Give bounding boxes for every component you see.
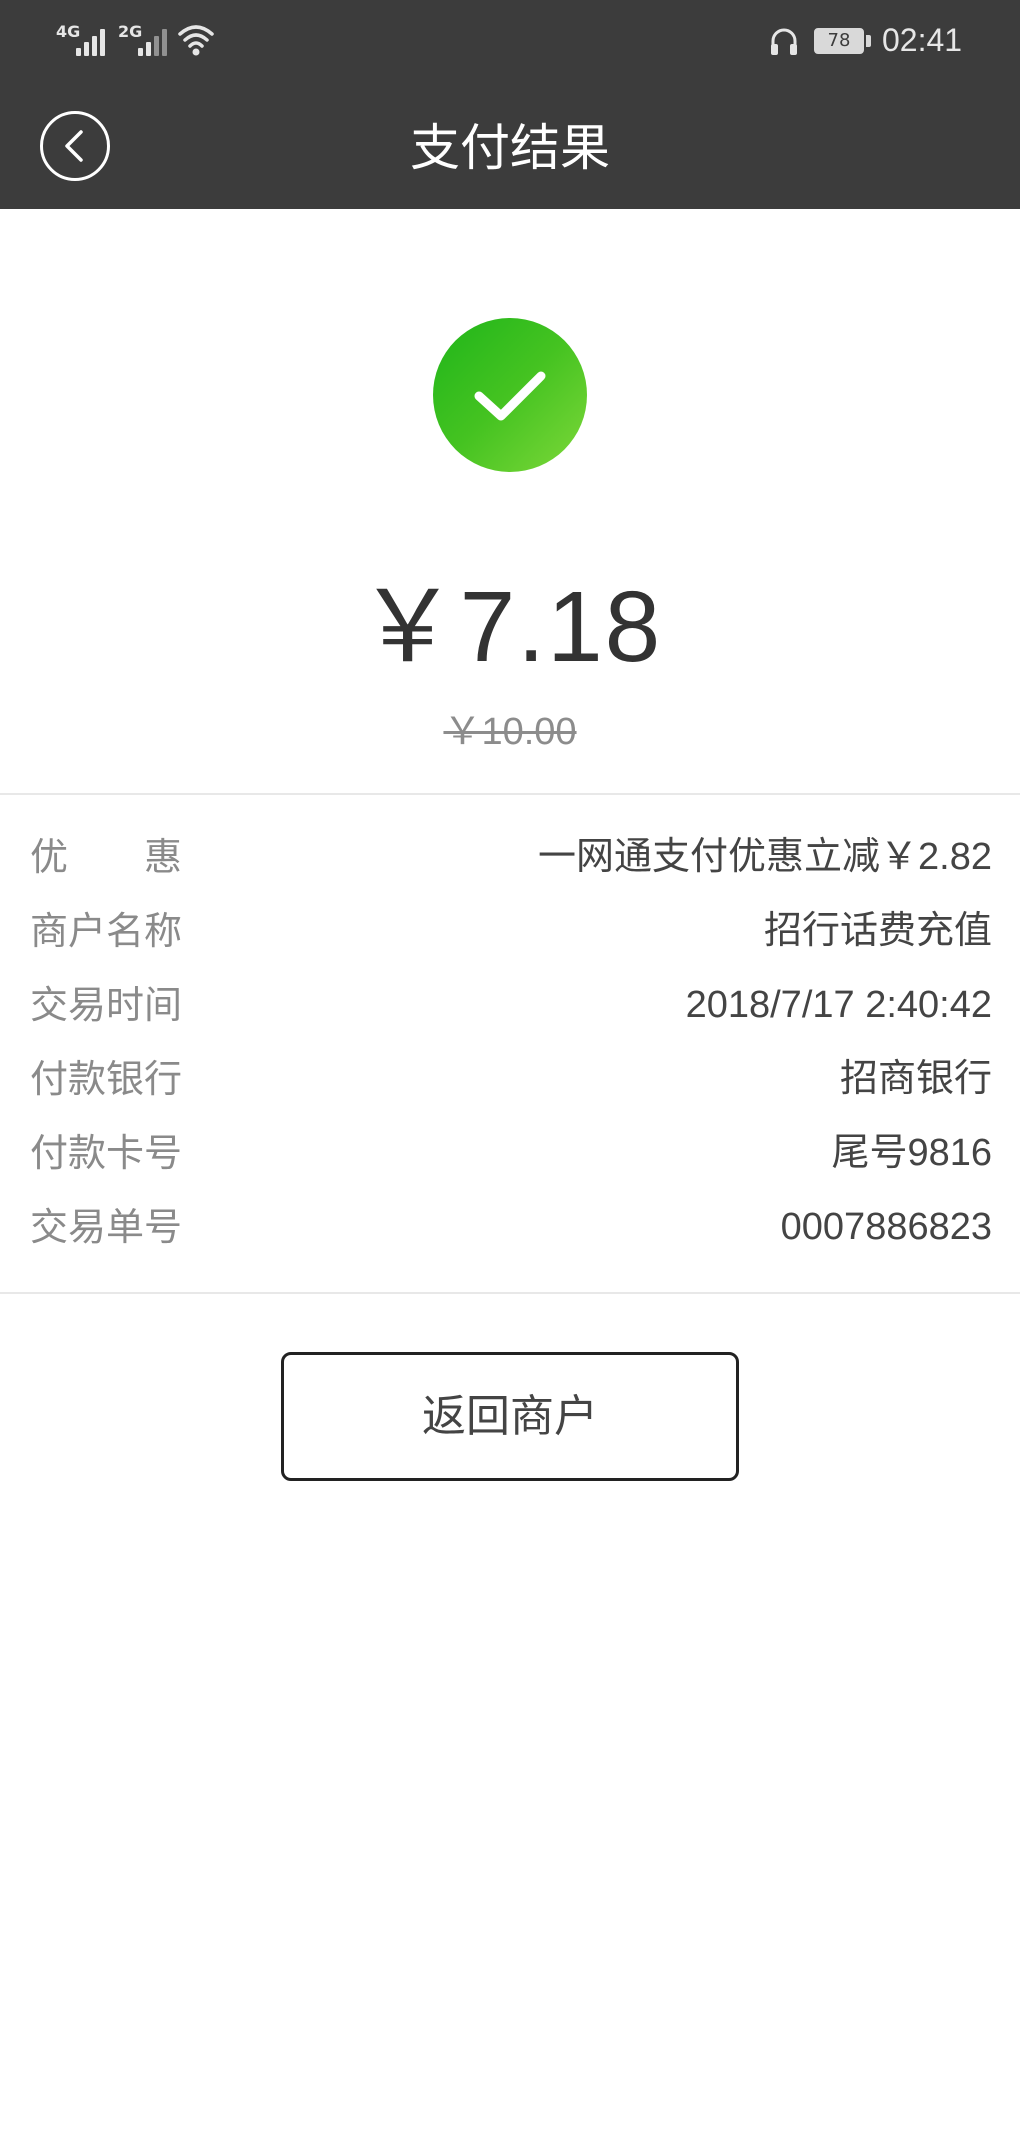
detail-label: 交易单号 xyxy=(30,1205,183,1249)
checkmark-icon xyxy=(474,371,546,421)
detail-value: 招行话费充值 xyxy=(763,910,992,952)
detail-label: 付款银行 xyxy=(30,1057,183,1101)
detail-row-discount: 优 惠 一网通支付优惠立减￥2.82 xyxy=(30,820,992,894)
detail-label: 交易时间 xyxy=(30,983,183,1027)
headset-icon xyxy=(771,28,797,55)
app-header: 4G 2G 78 02:41 支付结果 xyxy=(0,0,1020,209)
wifi-icon xyxy=(178,25,214,56)
detail-label: 商户名称 xyxy=(30,909,183,953)
signal-icon xyxy=(124,26,168,56)
signal-icon xyxy=(62,26,106,56)
check-circle-icon xyxy=(433,318,587,472)
payment-amount: ￥7.18 xyxy=(357,571,663,683)
detail-value: 招商银行 xyxy=(839,1058,992,1100)
detail-row-card: 付款卡号 尾号9816 xyxy=(30,1116,992,1190)
page-title: 支付结果 xyxy=(410,119,610,177)
battery-icon: 78 xyxy=(814,28,864,54)
battery-cap xyxy=(866,35,871,47)
divider xyxy=(0,1292,1020,1294)
detail-row-time: 交易时间 2018/7/17 2:40:42 xyxy=(30,968,992,1042)
status-bar: 4G 2G 78 02:41 xyxy=(0,0,1020,86)
status-time: 02:41 xyxy=(882,22,963,58)
original-amount: ￥10.00 xyxy=(443,711,577,753)
divider xyxy=(0,793,1020,795)
return-to-merchant-button[interactable]: 返回商户 xyxy=(281,1352,739,1481)
detail-row-merchant: 商户名称 招行话费充值 xyxy=(30,894,992,968)
detail-value: 2018/7/17 2:40:42 xyxy=(685,984,992,1026)
detail-value: 一网通支付优惠立减￥2.82 xyxy=(538,836,992,878)
detail-label: 付款卡号 xyxy=(30,1131,183,1175)
detail-row-order-number: 交易单号 0007886823 xyxy=(30,1190,992,1264)
detail-value: 0007886823 xyxy=(780,1206,992,1248)
detail-value: 尾号9816 xyxy=(831,1132,992,1174)
detail-row-bank: 付款银行 招商银行 xyxy=(30,1042,992,1116)
detail-label: 优 惠 xyxy=(30,835,183,879)
